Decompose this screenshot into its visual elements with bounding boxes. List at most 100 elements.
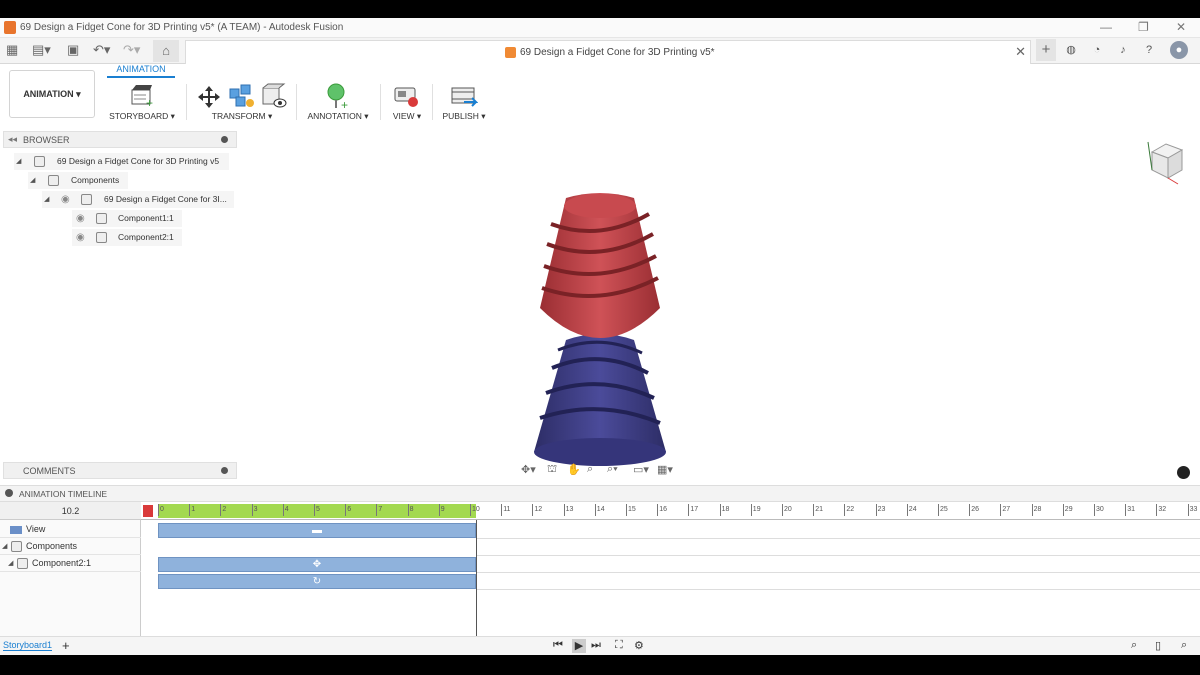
folder-icon	[11, 541, 22, 552]
notifications-icon[interactable]: ♪	[1114, 41, 1132, 59]
comments-options-icon[interactable]	[221, 467, 228, 474]
browser-item-component1[interactable]: ◉ Component1:1	[72, 210, 182, 227]
ruler-tick-label: 18	[721, 506, 730, 513]
save-icon[interactable]: ▣	[67, 42, 79, 58]
timeline-ruler[interactable]: 0 1 2 3 4 5 6 7 8 9 10 11 12 13 14 15 16 17 18 19 20 21 22 23 24…	[141, 502, 1200, 520]
transform-menu[interactable]: TRANSFORM ▾	[192, 111, 292, 122]
maximize-icon[interactable]: ❐	[1138, 20, 1149, 34]
avatar[interactable]: ●	[1170, 41, 1188, 59]
visibility-eye-icon[interactable]: ◉	[61, 191, 70, 208]
annotation-group[interactable]: + ANNOTATION ▾	[302, 80, 374, 126]
start-marker-icon[interactable]	[143, 505, 153, 517]
expand-triangle-icon[interactable]: ◢	[30, 172, 35, 189]
file-menu-icon[interactable]: ▤▾	[32, 42, 51, 58]
pan-icon[interactable]: ✋	[567, 463, 581, 476]
add-storyboard-button[interactable]: +	[62, 638, 70, 653]
transform-group[interactable]: TRANSFORM ▾	[192, 80, 292, 126]
window-title: 69 Design a Fidget Cone for 3D Printing …	[20, 22, 344, 33]
new-tab-button[interactable]: +	[1036, 39, 1056, 61]
move-animation-bar[interactable]: ✥	[158, 557, 476, 572]
playback-settings-icon[interactable]: ⚙	[634, 639, 644, 652]
track-component2[interactable]: ◢ Component2:1	[0, 555, 141, 572]
ruler-tick-label: 5	[316, 506, 320, 513]
track-divider	[476, 555, 1200, 556]
zoom-icon[interactable]: ⌕	[587, 463, 593, 476]
visibility-eye-icon[interactable]: ◉	[76, 210, 85, 227]
ruler-tick-line	[1187, 504, 1189, 516]
auto-explode-icon[interactable]	[260, 83, 288, 109]
view-animation-bar[interactable]: ▬	[158, 523, 476, 538]
move-icon[interactable]	[196, 84, 222, 110]
expand-triangle-icon[interactable]: ◢	[8, 555, 13, 572]
publish-menu[interactable]: PUBLISH ▾	[438, 111, 490, 122]
redo-icon[interactable]: ↷▾	[123, 42, 140, 58]
go-to-end-icon[interactable]: ⏭	[591, 639, 601, 652]
storyboard-tab[interactable]: Storyboard1	[3, 640, 53, 651]
zoom-in-icon[interactable]: ⌕	[1181, 639, 1187, 652]
undo-icon[interactable]: ↶▾	[93, 42, 110, 58]
collapse-panel-icon[interactable]: ◂◂	[8, 134, 17, 145]
current-time-field[interactable]: 10.2	[0, 502, 141, 520]
ruler-tick-line	[314, 504, 315, 516]
ruler-tick-label: 6	[347, 506, 352, 513]
browser-item-root[interactable]: ◢ 69 Design a Fidget Cone for 3D Printin…	[14, 153, 229, 170]
browser-item-design[interactable]: ◢ ◉ 69 Design a Fidget Cone for 3I...	[42, 191, 234, 208]
job-status-icon[interactable]: ◔	[1088, 41, 1106, 59]
document-icon	[34, 156, 45, 167]
track-components[interactable]: ◢ Components	[0, 538, 141, 555]
minimize-icon[interactable]: —	[1100, 20, 1112, 34]
extensions-icon[interactable]: ◍	[1062, 41, 1080, 59]
view-group[interactable]: VIEW ▾	[386, 80, 428, 126]
collapse-timeline-icon[interactable]	[5, 489, 13, 497]
fit-timeline-icon[interactable]: ▯	[1155, 639, 1161, 652]
camera-icon: ▬	[312, 525, 322, 536]
grid-settings-icon[interactable]: ▦▾	[657, 463, 673, 476]
storyboard-group[interactable]: + STORYBOARD ▾	[106, 80, 178, 126]
help-icon[interactable]: ?	[1140, 41, 1158, 59]
orbit-icon[interactable]: ✥▾	[521, 463, 536, 476]
rotate-animation-bar[interactable]: ↻	[158, 574, 476, 589]
close-tab-icon[interactable]: ✕	[1015, 44, 1026, 60]
expand-triangle-icon[interactable]: ◢	[44, 191, 49, 208]
toggle-loop-icon[interactable]: ⛶	[615, 639, 623, 652]
playhead[interactable]	[476, 520, 477, 654]
ruler-tick-line	[532, 504, 534, 516]
storyboard-menu[interactable]: STORYBOARD ▾	[106, 111, 178, 122]
close-icon[interactable]: ✕	[1176, 20, 1186, 34]
view-menu[interactable]: VIEW ▾	[386, 111, 428, 122]
browser-item-label: Components	[71, 175, 120, 185]
feedback-icon[interactable]	[1177, 466, 1190, 479]
zoom-out-icon[interactable]: ⌕	[1131, 639, 1137, 652]
tab-animation[interactable]: ANIMATION	[107, 64, 175, 78]
browser-item-component2[interactable]: ◉ Component2:1	[72, 229, 182, 246]
browser-item-components[interactable]: ◢ Components	[28, 172, 128, 189]
play-icon[interactable]: ▶	[572, 639, 586, 653]
transform-components-icon[interactable]	[228, 83, 256, 109]
home-icon[interactable]: ⌂	[153, 40, 179, 62]
comments-title: COMMENTS	[23, 466, 76, 476]
visibility-eye-icon[interactable]: ◉	[76, 229, 85, 246]
browser-header[interactable]: ◂◂ BROWSER	[3, 131, 237, 148]
browser-options-icon[interactable]	[221, 136, 228, 143]
expand-triangle-icon[interactable]: ◢	[2, 538, 7, 555]
body-icon	[96, 213, 107, 224]
animation-timeline-header[interactable]: ANIMATION TIMELINE	[0, 485, 1200, 502]
look-at-icon[interactable]: ⛫	[547, 463, 557, 477]
comments-header[interactable]: COMMENTS	[3, 462, 237, 479]
go-to-start-icon[interactable]: ⏮	[553, 639, 563, 652]
expand-triangle-icon[interactable]: ◢	[16, 153, 21, 170]
view-cube[interactable]	[1144, 138, 1190, 188]
track-label: Components	[26, 541, 78, 551]
fidget-cone-model[interactable]	[500, 168, 700, 468]
display-settings-icon[interactable]: ▭▾	[633, 463, 649, 476]
track-view[interactable]: View	[0, 521, 141, 538]
ruler-tick-line	[282, 504, 284, 516]
annotation-menu[interactable]: ANNOTATION ▾	[302, 111, 374, 122]
publish-group[interactable]: PUBLISH ▾	[438, 80, 490, 126]
ribbon-toolbar: ANIMATION ▾ ANIMATION + STORYBOARD ▾ TRA…	[0, 64, 1200, 128]
fit-icon[interactable]: ⌕▾	[607, 463, 618, 476]
ruler-tick-line	[563, 504, 565, 516]
app-grid-icon[interactable]: ▦	[6, 42, 18, 58]
document-tab[interactable]: 69 Design a Fidget Cone for 3D Printing …	[185, 40, 1031, 64]
workspace-switcher[interactable]: ANIMATION ▾	[9, 70, 95, 118]
